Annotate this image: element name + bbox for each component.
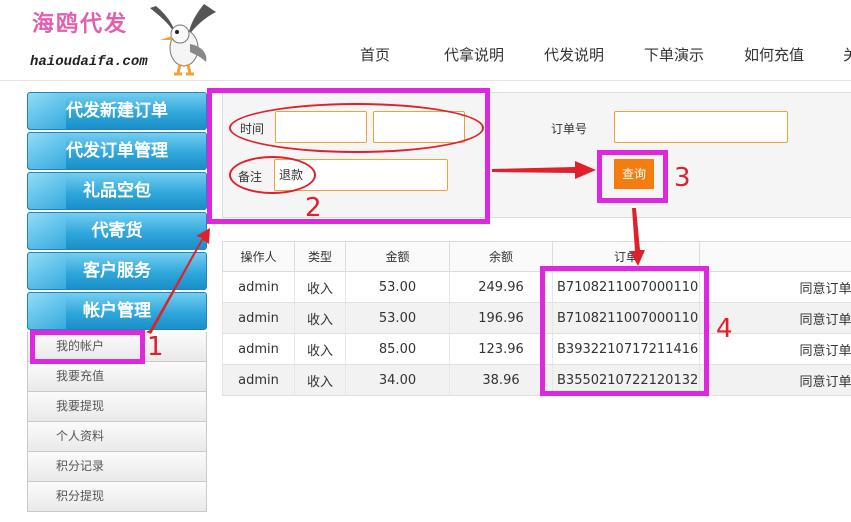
header-note [699, 241, 851, 272]
sidebar-item-account-manage[interactable]: 帐户管理 [27, 292, 207, 330]
table-row: admin 收入 53.00 196.96 B7108211007000110 … [222, 302, 851, 334]
sidebar-sub-points-log[interactable]: 积分记录 [27, 452, 207, 482]
header-divider [0, 80, 851, 81]
cell-operator: admin [222, 364, 295, 396]
nav-dropship-guide[interactable]: 代发说明 [544, 44, 604, 65]
nav-home[interactable]: 首页 [360, 44, 390, 65]
annotation-number-3: 3 [674, 163, 691, 193]
annotation-number-1: 1 [147, 332, 164, 362]
table-row: admin 收入 53.00 249.96 B7108211007000110 … [222, 271, 851, 303]
sidebar-sub-points-withdraw[interactable]: 积分提现 [27, 482, 207, 512]
cell-note: 同意订单 [699, 271, 851, 303]
annotation-box-search-button [597, 150, 668, 203]
order-no-input[interactable] [614, 111, 788, 143]
sidebar-item-new-order[interactable]: 代发新建订单 [27, 92, 207, 130]
annotation-box-my-account [30, 330, 145, 364]
cell-operator: admin [222, 302, 295, 334]
header-operator: 操作人 [222, 241, 295, 272]
cell-amount: 53.00 [345, 302, 450, 334]
header-amount: 金额 [345, 241, 450, 272]
sidebar: 代发新建订单 代发订单管理 礼品空包 代寄货 客户服务 帐户管理 我的帐户 我要… [27, 92, 207, 512]
sidebar-item-gift-pack[interactable]: 礼品空包 [27, 172, 207, 210]
cell-type: 收入 [294, 271, 346, 303]
nav-pickup-guide[interactable]: 代拿说明 [444, 44, 504, 65]
header-balance: 余额 [449, 241, 553, 272]
order-no-label: 订单号 [551, 122, 588, 136]
top-nav: 首页 代拿说明 代发说明 下单演示 如何充值 关 [0, 44, 851, 64]
logo-text: 海鸥代发 [32, 11, 129, 37]
table-header-row: 操作人 类型 金额 余额 订单 [222, 241, 851, 272]
header-type: 类型 [294, 241, 346, 272]
cell-balance: 249.96 [449, 271, 553, 303]
table-row: admin 收入 34.00 38.96 B3550210722120132 同… [222, 364, 851, 396]
table-row: admin 收入 85.00 123.96 B3932210717211416 … [222, 333, 851, 365]
annotation-box-order-column [540, 266, 709, 396]
sidebar-sub-withdraw[interactable]: 我要提现 [27, 392, 207, 422]
cell-balance: 123.96 [449, 333, 553, 365]
cell-balance: 38.96 [449, 364, 553, 396]
cell-note: 同意订单 [699, 364, 851, 396]
sidebar-sub-recharge[interactable]: 我要充值 [27, 362, 207, 392]
cell-operator: admin [222, 271, 295, 303]
transaction-table: 操作人 类型 金额 余额 订单 admin 收入 53.00 249.96 B7… [222, 241, 851, 396]
cell-amount: 85.00 [345, 333, 450, 365]
annotation-number-2: 2 [305, 193, 322, 223]
nav-order-demo[interactable]: 下单演示 [644, 44, 704, 65]
cell-balance: 196.96 [449, 302, 553, 334]
sidebar-item-customer-service[interactable]: 客户服务 [27, 252, 207, 290]
cell-type: 收入 [294, 333, 346, 365]
nav-about[interactable]: 关 [843, 44, 851, 65]
cell-type: 收入 [294, 302, 346, 334]
cell-operator: admin [222, 333, 295, 365]
nav-how-recharge[interactable]: 如何充值 [744, 44, 804, 65]
cell-amount: 53.00 [345, 271, 450, 303]
annotation-oval-time [229, 103, 484, 153]
sidebar-item-order-manage[interactable]: 代发订单管理 [27, 132, 207, 170]
seagull-logo-icon [150, 4, 216, 76]
annotation-oval-note [229, 156, 316, 194]
cell-type: 收入 [294, 364, 346, 396]
sidebar-sub-profile[interactable]: 个人资料 [27, 422, 207, 452]
sidebar-item-consign[interactable]: 代寄货 [27, 212, 207, 250]
annotation-number-4: 4 [716, 314, 733, 344]
cell-amount: 34.00 [345, 364, 450, 396]
